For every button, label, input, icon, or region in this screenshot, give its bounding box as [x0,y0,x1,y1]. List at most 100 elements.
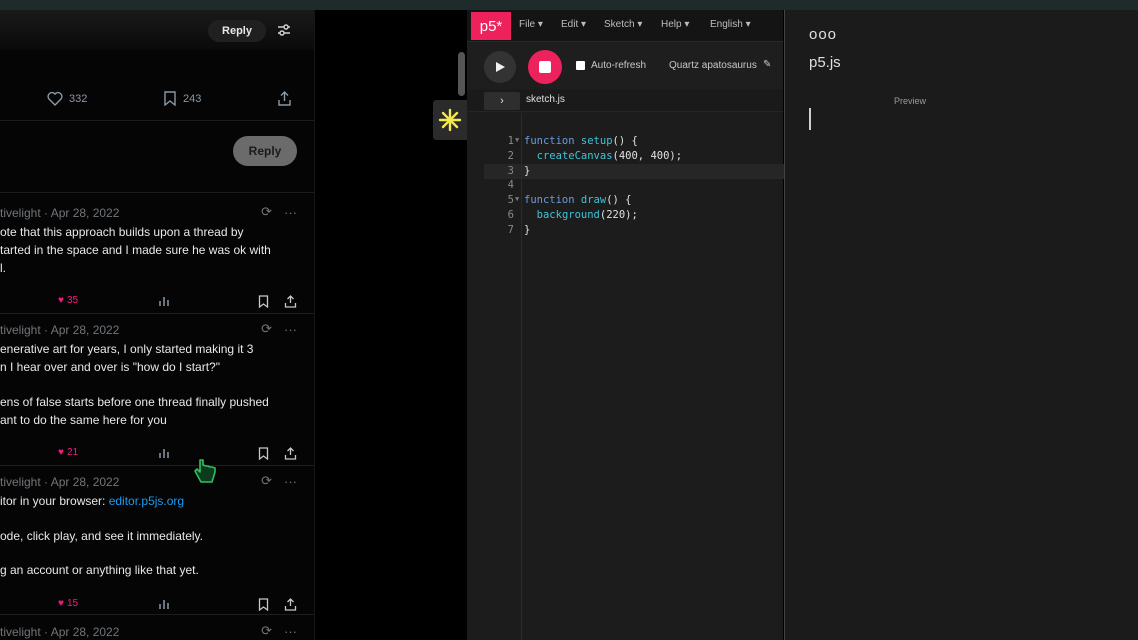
like-stat[interactable]: 332 [47,91,87,106]
sketch-name[interactable]: Quartz apatosaurus [669,60,757,71]
pencil-icon[interactable]: ✎ [763,59,771,70]
code-text: } [524,224,530,236]
menu-sketch[interactable]: Sketch ▾ [604,19,642,30]
tweet-text-line: ode, click play, and see it immediately. [0,529,203,543]
more-icon[interactable]: ··· [284,624,297,639]
code-text: function draw() { [524,194,632,206]
header-reply-button[interactable]: Reply [208,20,266,42]
divider [0,614,314,615]
tweet-text-line: ant to do the same here for you [0,413,167,427]
bookmark-icon [258,598,269,611]
code-line[interactable]: 4 [484,179,783,194]
code-line[interactable]: 2 createCanvas(400, 400); [484,150,783,165]
repost-icon[interactable]: ⟳ [261,473,272,489]
auto-refresh-toggle[interactable]: Auto-refresh [576,60,646,71]
editor-link[interactable]: editor.p5js.org [109,494,184,508]
code-text: function setup() { [524,135,638,147]
bookmark-stat[interactable]: 243 [163,91,201,106]
toggle-sidebar-button[interactable]: › [484,92,520,110]
tweet-tools: ⟳ ··· [261,473,297,489]
code-token: } [524,223,531,236]
share-icon [278,91,291,106]
tweet-author-date: tivelight · Apr 28, 2022 [0,206,120,220]
more-icon[interactable]: ··· [284,474,297,489]
tweet-text-line: l. [0,261,6,275]
tweet-text-line: ote that this approach builds upon a thr… [0,225,244,239]
file-tab-sketch[interactable]: sketch.js [526,94,565,105]
page-scrollbar[interactable] [458,52,465,96]
sliders-icon[interactable] [276,22,292,38]
bookmark-icon [258,295,269,308]
line-number: 7 [507,223,514,236]
line-number: 4 [507,179,514,192]
sparkle-icon [438,108,462,132]
p5-logo[interactable]: p5* [471,12,511,40]
code-token: background [536,209,600,221]
code-line[interactable]: 7} [484,224,783,239]
fold-arrow-icon[interactable]: ▼ [515,195,519,203]
like-count: 35 [66,295,79,306]
tweet-author-date: tivelight · Apr 28, 2022 [0,323,120,337]
play-button[interactable] [484,51,516,83]
code-token: createCanvas [536,149,613,162]
divider [0,313,314,314]
analytics-button[interactable] [158,295,170,307]
bookmark-button[interactable] [258,598,269,611]
code-token: () { [606,194,632,207]
menu-language[interactable]: English ▾ [710,19,751,30]
share-button[interactable] [277,91,292,106]
thread-header-bar: Reply [0,10,314,50]
more-icon[interactable]: ··· [284,205,297,220]
share-button[interactable] [284,295,297,308]
auto-refresh-label: Auto-refresh [591,60,647,71]
fold-arrow-icon[interactable]: ▼ [515,136,519,144]
analytics-icon [159,600,169,609]
code-line[interactable]: 6 background(220); [484,209,783,224]
repost-icon[interactable]: ⟳ [261,623,272,639]
analytics-button[interactable] [158,598,170,610]
stop-icon [539,61,551,73]
heart-filled-icon: ♥ [58,598,64,609]
heart-filled-icon: ♥ [58,295,64,306]
preview-title: p5.js [809,54,841,71]
menu-file[interactable]: File ▾ [519,19,543,30]
line-number: 6 [507,209,514,221]
reply-button[interactable]: Reply [233,136,297,166]
share-button[interactable] [284,447,297,460]
tweet-actions: ♥ 15 [0,598,314,614]
bookmark-button[interactable] [258,295,269,308]
extension-button[interactable] [433,100,467,140]
editor-menubar: p5* File ▾ Edit ▾ Sketch ▾ Help ▾ Englis… [467,10,783,42]
analytics-button[interactable] [158,447,170,459]
code-token: (400, 400); [612,149,683,162]
tweet-text-line: tarted in the space and I made sure he w… [0,243,271,257]
divider [0,465,314,466]
tweet-text-line: itor in your browser: editor.p5js.org [0,494,184,508]
preview-panel: ooo p5.js Preview [784,10,1138,640]
like-button[interactable]: ♥ 15 [58,598,78,609]
like-button[interactable]: ♥ 21 [58,447,78,458]
tweet-actions: ♥ 21 [0,447,314,463]
code-line[interactable]: 5 ▼ function draw() { [484,194,783,209]
share-button[interactable] [284,598,297,611]
auto-refresh-checkbox[interactable] [576,61,585,70]
menu-edit[interactable]: Edit ▾ [561,19,586,30]
play-icon [496,62,505,72]
code-line[interactable]: 1 ▼ function setup() { [484,135,783,150]
like-button[interactable]: ♥ 35 [58,295,78,306]
line-number: 2 [507,149,514,162]
text-cursor [809,108,811,130]
code-token: } [524,164,531,177]
more-icon[interactable]: ··· [284,322,297,337]
repost-icon[interactable]: ⟳ [261,321,272,337]
repost-icon[interactable]: ⟳ [261,204,272,220]
tweet-author-date: tivelight · Apr 28, 2022 [0,625,120,639]
stop-button[interactable] [528,50,562,84]
chevron-right-icon: › [500,95,504,107]
code-editor[interactable]: 1 ▼ function setup() {2 createCanvas(400, … [484,113,908,640]
editor-toolbar: Auto-refresh Quartz apatosaurus ✎ [467,43,783,89]
menu-help[interactable]: Help ▾ [661,19,689,30]
code-line[interactable]: 3} [484,165,783,180]
bookmark-button[interactable] [258,447,269,460]
tweet-tools: ⟳ ··· [261,321,297,337]
